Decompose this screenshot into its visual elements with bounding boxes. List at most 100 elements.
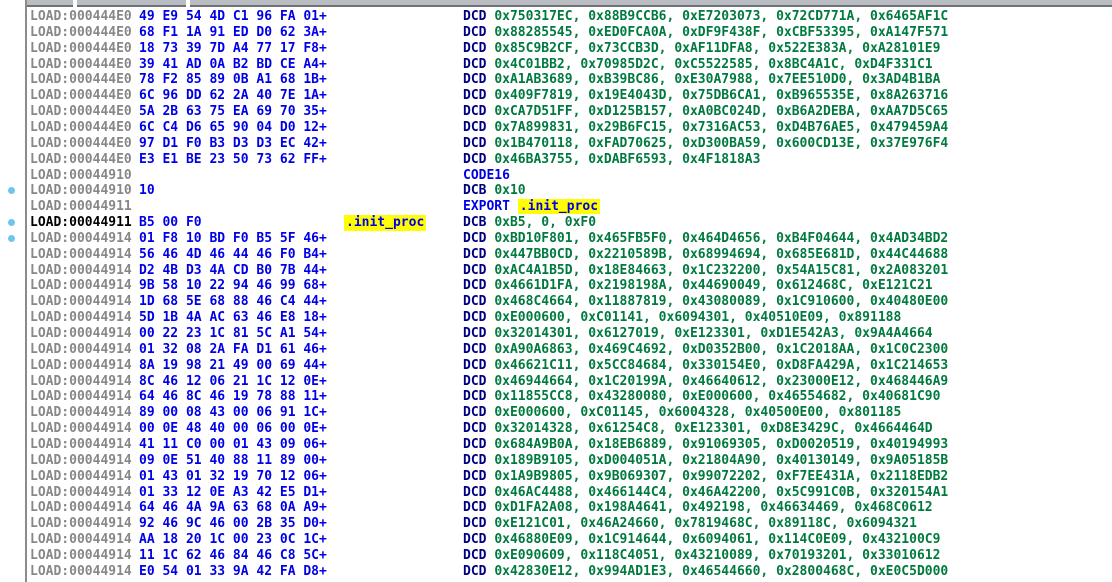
byte-values: 64 46 8C 46 19 78 88 11+ [139,389,327,405]
byte-values: 9B 58 10 22 94 46 99 68+ [139,278,327,294]
operands: 0x11855CC8, 0x43280080, 0xE000600, 0x465… [494,389,941,405]
instruction: DCD 0x46880E09, 0x1C914644, 0x6094061, 0… [463,532,940,548]
code-line[interactable]: LOAD:00044914 01 F8 10 BD F0 B5 5F 46+ DCD… [0,231,1112,247]
instruction: DCD 0xCA7D51FF, 0xD125B157, 0xA0BC024D, … [463,104,948,120]
code-line[interactable]: LOAD:00044910 CODE16 [0,168,1112,184]
operands: 0x46944664, 0x1C20199A, 0x46640612, 0x23… [494,373,949,389]
address: LOAD:00044914 [30,563,132,579]
address: LOAD:00044914 [30,262,132,278]
operands: 0x32014301, 0x6127019, 0xE123301, 0xD1E5… [494,326,933,341]
code-line[interactable]: LOAD:00044914 9B 58 10 22 94 46 99 68+ DCD… [0,278,1112,294]
code-line[interactable]: LOAD:000444E0 68 F1 1A 91 ED D0 62 3A+ DCD… [0,25,1112,41]
code-line[interactable]: LOAD:000444E0 78 F2 85 89 0B A1 68 1B+ DCD… [0,72,1112,88]
address: LOAD:00044914 [30,547,132,563]
code-line[interactable]: LOAD:00044914 AA 18 20 1C 00 23 0C 1C+ DCD… [0,532,1112,548]
instruction: DCD 0x468C4664, 0x11887819, 0x43080089, … [463,294,948,310]
mnemonic: DCD [463,373,487,389]
code-line[interactable]: LOAD:00044914 D2 4B D3 4A CD B0 7B 44+ DCD… [0,263,1112,279]
address: LOAD:00044914 [30,230,132,246]
mnemonic: DCD [463,230,487,246]
address: LOAD:000444E0 [30,104,132,120]
mnemonic: DCD [463,563,487,579]
code-line[interactable]: LOAD:00044914 11 1C 62 46 84 46 C8 5C+ DCD… [0,548,1112,564]
operands: 0xE090609, 0x118C4051, 0x43210089, 0x701… [494,547,941,563]
operands: 0x32014328, 0x61254C8, 0xE123301, 0xD8E3… [494,421,933,437]
code-line[interactable]: LOAD:00044914 64 46 4A 9A 63 68 0A A9+ DCD… [0,500,1112,516]
mnemonic: DCD [463,119,487,135]
instruction: DCD 0xE121C01, 0x46A24660, 0x7819468C, 0… [463,516,917,532]
code-line[interactable]: LOAD:000444E0 E3 E1 BE 23 50 73 62 FF+ DCD… [0,152,1112,168]
proc-label[interactable]: .init_proc [344,215,427,232]
code-line[interactable]: LOAD:00044911 B5 00 F0 .init_proc DCB 0xB5,… [0,215,1112,232]
byte-values: 78 F2 85 89 0B A1 68 1B+ [139,72,327,88]
address: LOAD:00044914 [30,468,132,484]
code-line[interactable]: LOAD:00044914 41 11 C0 00 01 43 09 06+ DCD… [0,437,1112,453]
instruction: DCD 0x46944664, 0x1C20199A, 0x46640612, … [463,374,948,390]
byte-values: 01 43 01 32 19 70 12 06+ [139,468,327,484]
byte-values: D2 4B D3 4A CD B0 7B 44+ [139,262,327,278]
operands: 0x447BB0CD, 0x2210589B, 0x68994694, 0x68… [494,246,949,262]
byte-values: 18 73 39 7D A4 77 17 F8+ [139,40,327,56]
byte-values: 68 F1 1A 91 ED D0 62 3A+ [139,24,327,40]
byte-values: 00 22 23 1C 81 5C A1 54+ [139,326,327,341]
instruction: DCD 0xA1AB3689, 0xB39BC86, 0xE30A7988, 0… [463,72,940,88]
operands: 0x468C4664, 0x11887819, 0x43080089, 0x1C… [494,294,949,310]
code-line[interactable]: LOAD:00044914 E0 54 01 33 9A 42 FA D8+ DCD… [0,564,1112,580]
code-line[interactable]: LOAD:000444E0 18 73 39 7D A4 77 17 F8+ DCD… [0,41,1112,57]
code-line[interactable]: LOAD:00044911 EXPORT .init_proc [0,199,1112,215]
byte-values: 1D 68 5E 68 88 46 C4 44+ [139,294,327,310]
mnemonic: DCD [463,310,487,326]
code-line[interactable]: LOAD:00044914 09 0E 51 40 88 11 89 00+ DCD… [0,453,1112,469]
byte-values: 49 E9 54 4D C1 96 FA 01+ [139,9,327,24]
code-line[interactable]: LOAD:00044910 10 DCB 0x10 [0,183,1112,199]
code-line[interactable]: LOAD:00044914 64 46 8C 46 19 78 88 11+ DCD… [0,389,1112,405]
address: LOAD:00044914 [30,484,132,500]
code-line[interactable]: LOAD:00044914 01 33 12 0E A3 42 E5 D1+ DCD… [0,485,1112,501]
code-line[interactable]: LOAD:00044914 8C 46 12 06 21 1C 12 0E+ DCD… [0,374,1112,390]
mnemonic: DCD [463,421,487,437]
code-line[interactable]: LOAD:000444E0 6C 96 DD 62 2A 40 7E 1A+ DCD… [0,88,1112,104]
code-marker-dot-icon [8,234,15,242]
operands: 0x189B9105, 0xD004051A, 0x21804A90, 0x40… [494,452,949,468]
operands: 0x42830E12, 0x994AD1E3, 0x46544660, 0x28… [494,563,949,579]
byte-values: 10 [139,183,155,199]
code-line[interactable]: LOAD:000444E0 6C C4 D6 65 90 04 D0 12+ DCD… [0,120,1112,136]
address: LOAD:00044914 [30,310,132,326]
code-line[interactable]: LOAD:00044914 56 46 4D 46 44 46 F0 B4+ DCD… [0,247,1112,263]
mnemonic: DCD [463,246,487,262]
code-line[interactable]: LOAD:00044914 89 00 08 43 00 06 91 1C+ DCD… [0,405,1112,421]
address: LOAD:00044910 [30,183,132,199]
mnemonic: DCD [463,516,487,532]
code-line[interactable]: LOAD:00044914 01 43 01 32 19 70 12 06+ DCD… [0,469,1112,485]
code-line[interactable]: LOAD:00044914 5D 1B 4A AC 63 46 E8 18+ DCD… [0,310,1112,326]
code-line[interactable]: LOAD:00044914 01 32 08 2A FA D1 61 46+ DCD… [0,342,1112,358]
instruction: DCD 0x46BA3755, 0xDABF6593, 0x4F1818A3 [463,152,760,168]
mnemonic: DCD [463,452,487,468]
address: LOAD:00044911 [30,199,132,215]
byte-values: 01 32 08 2A FA D1 61 46+ [139,341,327,357]
operands: 0xE000600, 0xC01145, 0x6004328, 0x40500E… [494,405,902,421]
instruction: DCD 0x1B470118, 0xFAD70625, 0xD300BA59, … [463,136,948,152]
code-line[interactable]: LOAD:00044914 00 0E 48 40 00 06 00 0E+ DCD… [0,421,1112,437]
code-line[interactable]: LOAD:00044914 00 22 23 1C 81 5C A1 54+ DCD… [0,326,1112,342]
code-line[interactable]: LOAD:000444E0 97 D1 F0 B3 D3 D3 EC 42+ DCD… [0,136,1112,152]
disassembly-view: LOAD:000444E0 49 E9 54 4D C1 96 FA 01+ DCD… [0,0,1112,582]
instruction: DCD 0x46621C11, 0x5CC84684, 0x330154E0, … [463,358,948,374]
code-line[interactable]: LOAD:00044914 8A 19 98 21 49 00 69 44+ DCD… [0,358,1112,374]
address: LOAD:00044914 [30,246,132,262]
instruction: DCD 0x32014328, 0x61254C8, 0xE123301, 0x… [463,421,933,437]
byte-values: 00 0E 48 40 00 06 00 0E+ [139,421,327,437]
code-line[interactable]: LOAD:000444E0 39 41 AD 0A B2 BD CE A4+ DCD… [0,57,1112,73]
mnemonic: DCD [463,88,487,104]
mnemonic: DCD [463,262,487,278]
byte-values: 11 1C 62 46 84 46 C8 5C+ [139,547,327,563]
code-line[interactable]: LOAD:000444E0 49 E9 54 4D C1 96 FA 01+ DCD… [0,9,1112,25]
code-line[interactable]: LOAD:00044914 1D 68 5E 68 88 46 C4 44+ DCD… [0,294,1112,310]
byte-values: 5A 2B 63 75 EA 69 70 35+ [139,104,327,120]
export-symbol[interactable]: .init_proc [517,199,601,215]
disassembly-listing[interactable]: LOAD:000444E0 49 E9 54 4D C1 96 FA 01+ DCD… [0,0,1112,582]
operands: 0xA1AB3689, 0xB39BC86, 0xE30A7988, 0x7EE… [494,72,941,88]
code-line[interactable]: LOAD:00044914 92 46 9C 46 00 2B 35 D0+ DCD… [0,516,1112,532]
byte-values: 64 46 4A 9A 63 68 0A A9+ [139,500,327,516]
code-line[interactable]: LOAD:000444E0 5A 2B 63 75 EA 69 70 35+ DCD… [0,104,1112,120]
